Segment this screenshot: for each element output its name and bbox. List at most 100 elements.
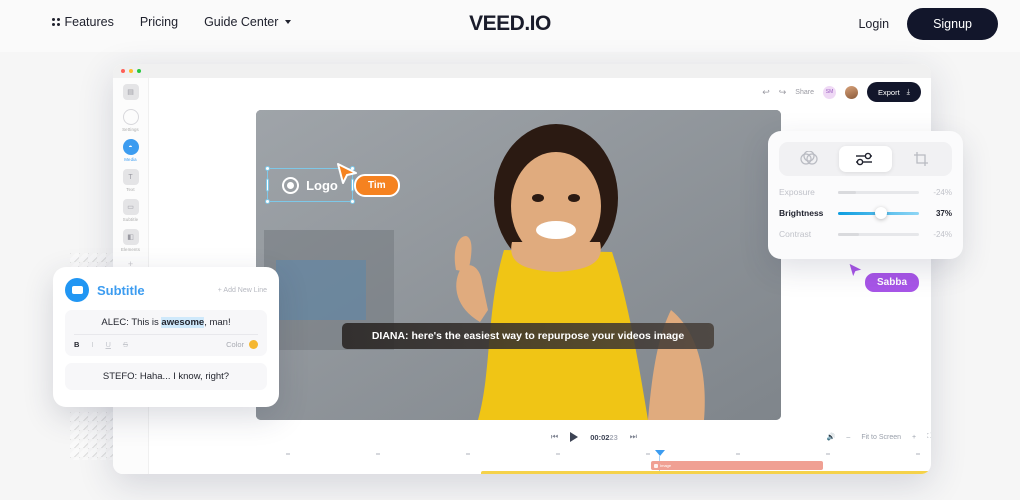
playback-right-controls: 🔊 – Fit to Screen + ⛶ xyxy=(827,433,931,441)
resize-handle-top-left[interactable] xyxy=(265,166,270,171)
zoom-out-button[interactable]: – xyxy=(846,434,850,441)
subtitle-icon: ▭ xyxy=(122,199,139,215)
adjust-row-brightness[interactable]: Brightness 37% xyxy=(779,207,952,219)
play-icon[interactable] xyxy=(570,432,579,442)
adjust-value-exposure: -24% xyxy=(933,187,952,197)
login-link[interactable]: Login xyxy=(858,17,889,31)
cursor-label-tim: Tim xyxy=(354,174,400,197)
playback-bar: ⏮ 00:0223 ⏭ 🔊 – Fit to Screen + ⛶ xyxy=(256,426,931,448)
adjust-label-brightness: Brightness xyxy=(779,208,824,218)
sidebar-item-media[interactable]: ◓ Media xyxy=(113,139,148,162)
media-icon: ◓ xyxy=(122,139,139,155)
timeline-playhead[interactable] xyxy=(655,450,665,456)
sidebar-label-text: Text xyxy=(126,187,135,192)
color-picker[interactable]: Color xyxy=(226,340,258,349)
text-format-toolbar: B I U S Color xyxy=(74,340,258,349)
image-icon xyxy=(654,463,658,468)
slider-knob[interactable] xyxy=(875,207,888,219)
logo-rings-icon xyxy=(282,176,300,194)
subtitle-line-1: ALEC: This is awesome, man! xyxy=(74,317,258,328)
clip-label: Image xyxy=(660,463,672,468)
redo-icon[interactable]: ↪ xyxy=(779,87,787,98)
sliders-icon xyxy=(856,152,873,166)
sidebar-item-subtitle[interactable]: ▭ Subtitle xyxy=(113,199,148,222)
strikethrough-button[interactable]: S xyxy=(123,340,128,349)
timecode-main: 00:02 xyxy=(590,432,610,442)
site-header: Features Pricing Guide Center VEED.IO Lo… xyxy=(0,0,1020,52)
resize-handle-left[interactable] xyxy=(266,178,269,192)
undo-icon[interactable]: ↩ xyxy=(762,87,770,98)
tab-filters[interactable] xyxy=(783,146,835,172)
skip-forward-icon[interactable]: ⏭ xyxy=(630,432,637,442)
adjust-slider-exposure[interactable] xyxy=(838,190,919,194)
export-button[interactable]: Export ⤓ xyxy=(866,82,921,102)
gear-icon xyxy=(122,109,139,125)
subtitle-panel-title: Subtitle xyxy=(97,282,145,298)
bold-button[interactable]: B xyxy=(74,340,79,349)
window-close-icon[interactable] xyxy=(121,69,125,73)
sidebar-item-settings[interactable]: Settings xyxy=(113,109,148,132)
italic-button[interactable]: I xyxy=(91,340,93,349)
subtitle-line-1-suffix: , man! xyxy=(204,317,231,328)
adjust-row-exposure[interactable]: Exposure -24% xyxy=(779,187,952,197)
window-minimize-icon[interactable] xyxy=(129,69,133,73)
page-root: Features Pricing Guide Center VEED.IO Lo… xyxy=(0,0,1020,500)
timeline-clip-image-1[interactable]: Image xyxy=(651,461,823,470)
window-titlebar xyxy=(113,64,931,78)
tab-crop[interactable] xyxy=(896,146,948,172)
subtitle-line-card-1[interactable]: ALEC: This is awesome, man! B I U S Colo… xyxy=(65,310,267,356)
skip-back-icon[interactable]: ⏮ xyxy=(551,432,558,442)
caption-overlay: DIANA: here's the easiest way to repurpo… xyxy=(342,323,714,349)
window-maximize-icon[interactable] xyxy=(137,69,141,73)
subtitle-panel-header: Subtitle + Add New Line xyxy=(65,278,267,302)
sidebar-label-elements: Elements xyxy=(120,247,141,252)
underline-button[interactable]: U xyxy=(106,340,111,349)
adjust-row-contrast[interactable]: Contrast -24% xyxy=(779,229,952,239)
adjust-label-contrast: Contrast xyxy=(779,229,812,239)
subtitle-line-2: STEFO: Haha... I know, right? xyxy=(102,371,230,382)
divider xyxy=(74,334,258,335)
sidebar-label-settings: Settings xyxy=(122,127,139,132)
subtitle-line-card-2[interactable]: STEFO: Haha... I know, right? xyxy=(65,363,267,390)
cursor-label-sabba: Sabba xyxy=(863,271,922,294)
fullscreen-icon[interactable]: ⛶ xyxy=(927,433,931,441)
share-button[interactable]: Share xyxy=(795,89,814,96)
crop-icon xyxy=(913,152,928,166)
video-canvas[interactable]: Logo xyxy=(256,110,781,420)
adjust-value-contrast: -24% xyxy=(933,229,952,239)
volume-icon[interactable]: 🔊 xyxy=(827,433,836,441)
sidebar-item-text[interactable]: T Text xyxy=(113,169,148,192)
zoom-in-button[interactable]: + xyxy=(912,434,916,441)
text-icon: T xyxy=(122,169,139,185)
timeline-clip-image-2[interactable]: Image xyxy=(481,471,931,474)
sidebar-item-elements[interactable]: ◧ Elements xyxy=(113,229,148,252)
video-subject-illustration xyxy=(256,110,781,420)
adjustments-panel: Exposure -24% Brightness 37% Contrast -2… xyxy=(768,131,963,259)
account-nav: Login Signup xyxy=(858,8,998,40)
add-new-line-button[interactable]: + Add New Line xyxy=(218,287,267,294)
resize-handle-bottom-left[interactable] xyxy=(265,199,270,204)
avatar[interactable] xyxy=(844,85,858,99)
subtitle-icon xyxy=(65,278,89,302)
image-icon xyxy=(484,473,488,474)
sidebar-item-layers[interactable]: ▤ xyxy=(113,84,148,102)
layers-icon: ▤ xyxy=(122,84,139,100)
signup-button[interactable]: Signup xyxy=(907,8,998,40)
editor-toolbar: ↩ ↪ Share SM Export ⤓ xyxy=(762,82,921,102)
adjustments-tabs xyxy=(779,142,952,176)
subtitle-panel: Subtitle + Add New Line ALEC: This is aw… xyxy=(53,267,279,407)
download-icon: ⤓ xyxy=(906,87,910,96)
resize-handle-bottom-right[interactable] xyxy=(350,199,355,204)
elements-icon: ◧ xyxy=(122,229,139,245)
sidebar-label-media: Media xyxy=(124,157,137,162)
collaborator-cursor-sabba: Sabba xyxy=(846,260,922,294)
avatar-initials[interactable]: SM xyxy=(822,85,836,99)
timeline[interactable]: Image Image Stream xyxy=(256,450,931,474)
adjust-slider-contrast[interactable] xyxy=(838,232,919,236)
tab-adjust[interactable] xyxy=(839,146,892,172)
logo-label: Logo xyxy=(306,177,338,193)
adjust-slider-brightness[interactable] xyxy=(838,207,919,219)
timeline-ruler[interactable] xyxy=(256,450,931,459)
sidebar-label-subtitle: Subtitle xyxy=(122,217,139,222)
color-swatch[interactable] xyxy=(249,340,258,349)
